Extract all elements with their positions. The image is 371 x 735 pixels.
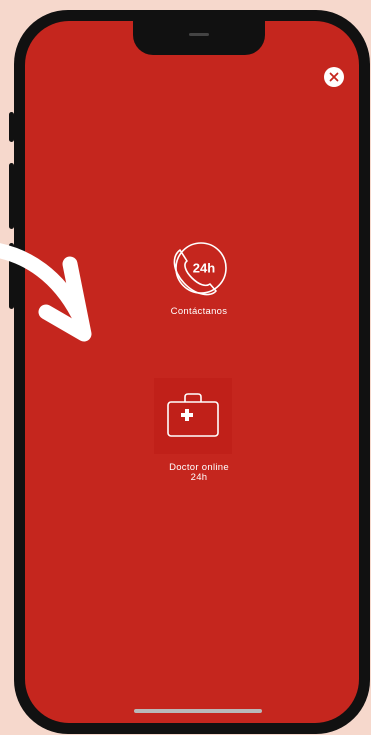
- phone-frame: 24h Contáctanos Doctor online 24h: [14, 10, 370, 734]
- notch: [133, 21, 265, 55]
- screen: 24h Contáctanos Doctor online 24h: [25, 21, 359, 723]
- contact-button[interactable]: 24h Contáctanos: [149, 237, 249, 327]
- doctor-label-line2: 24h: [190, 472, 208, 483]
- close-button[interactable]: [324, 67, 344, 87]
- speaker: [189, 33, 209, 36]
- phone-24h-icon: 24h: [173, 242, 227, 296]
- contact-label: Contáctanos: [170, 306, 228, 317]
- doctor-label: Doctor online 24h: [144, 463, 254, 483]
- contact-badge: 24h: [193, 261, 215, 276]
- doctor-icon-box: [154, 378, 232, 454]
- arrow-decoration: [0, 243, 92, 342]
- close-icon: [329, 72, 339, 82]
- medical-kit-icon: [167, 393, 219, 437]
- home-indicator: [134, 709, 262, 713]
- doctor-online-button[interactable]: Doctor online 24h: [144, 378, 254, 498]
